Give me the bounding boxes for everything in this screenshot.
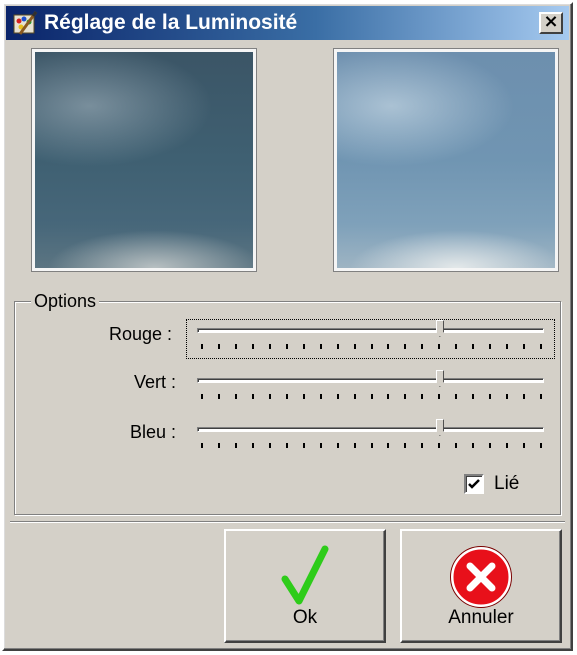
slider-tick xyxy=(404,344,407,349)
slider-tick xyxy=(421,394,424,399)
options-group-label: Options xyxy=(31,291,100,312)
slider-tick xyxy=(455,344,458,349)
slider-tick xyxy=(234,443,237,448)
slider-tick xyxy=(217,394,220,399)
slider-tick xyxy=(251,344,254,349)
slider-tick xyxy=(472,394,475,399)
slider-tick xyxy=(353,344,356,349)
slider-tick xyxy=(455,394,458,399)
red-slider[interactable] xyxy=(186,319,555,359)
slider-tick xyxy=(302,344,305,349)
slider-tick xyxy=(302,394,305,399)
slider-tick xyxy=(370,394,373,399)
close-icon: × xyxy=(543,11,559,32)
slider-tick xyxy=(489,443,492,448)
slider-tick xyxy=(217,443,220,448)
checkmark-icon xyxy=(468,479,480,489)
slider-tick xyxy=(370,344,373,349)
close-button[interactable]: × xyxy=(539,12,563,34)
slider-tick xyxy=(438,394,441,399)
title-bar[interactable]: Réglage de la Luminosité × xyxy=(6,6,569,40)
slider-tick xyxy=(201,443,203,448)
slider-tick xyxy=(387,394,390,399)
red-slider-thumb[interactable] xyxy=(435,320,444,337)
slider-tick xyxy=(319,443,322,448)
slider-tick xyxy=(285,344,288,349)
linked-checkbox[interactable] xyxy=(464,474,484,494)
slider-tick xyxy=(336,344,339,349)
slider-tick xyxy=(489,344,492,349)
slider-tick xyxy=(268,394,271,399)
slider-tick xyxy=(523,344,526,349)
blue-slider-label: Bleu : xyxy=(129,422,176,442)
slider-tick xyxy=(336,443,339,448)
blue-slider-thumb[interactable] xyxy=(435,419,444,436)
blue-slider-ticks xyxy=(201,443,542,449)
window-title: Réglage de la Luminosité xyxy=(44,11,298,34)
red-x-circle-icon xyxy=(450,546,512,608)
slider-tick xyxy=(387,344,390,349)
red-slider-label: Rouge : xyxy=(108,324,172,344)
slider-tick xyxy=(302,443,305,448)
red-slider-track xyxy=(197,328,544,333)
slider-tick xyxy=(285,394,288,399)
slider-tick xyxy=(285,443,288,448)
slider-tick xyxy=(387,443,390,448)
green-slider-track xyxy=(197,378,544,383)
brightness-dialog: Réglage de la Luminosité × Options Rouge… xyxy=(2,2,573,651)
slider-tick xyxy=(201,344,203,349)
green-slider-label: Vert : xyxy=(133,372,176,392)
slider-tick xyxy=(523,443,526,448)
slider-tick xyxy=(438,443,441,448)
slider-tick xyxy=(319,344,322,349)
slider-tick xyxy=(421,443,424,448)
slider-tick xyxy=(251,443,254,448)
slider-tick xyxy=(472,443,475,448)
blue-slider-track xyxy=(197,427,544,432)
ok-button-label: Ok xyxy=(292,607,318,628)
slider-tick xyxy=(506,344,509,349)
cancel-button-label: Annuler xyxy=(448,607,514,628)
blue-slider[interactable] xyxy=(187,419,554,457)
slider-tick xyxy=(201,394,203,399)
slider-tick xyxy=(217,344,220,349)
slider-tick xyxy=(540,344,542,349)
slider-tick xyxy=(540,394,542,399)
slider-tick xyxy=(268,344,271,349)
paint-palette-icon xyxy=(13,11,38,35)
slider-tick xyxy=(251,394,254,399)
slider-tick xyxy=(438,344,441,349)
green-check-icon xyxy=(281,545,329,605)
slider-tick xyxy=(421,344,424,349)
red-slider-ticks xyxy=(201,344,542,350)
slider-tick xyxy=(268,443,271,448)
slider-tick xyxy=(404,394,407,399)
slider-tick xyxy=(336,394,339,399)
slider-tick xyxy=(523,394,526,399)
slider-tick xyxy=(234,394,237,399)
cancel-button[interactable]: Annuler xyxy=(400,529,562,643)
button-separator xyxy=(10,521,565,523)
adjusted-preview-image xyxy=(334,49,558,271)
ok-button[interactable]: Ok xyxy=(224,529,386,643)
slider-tick xyxy=(353,443,356,448)
slider-tick xyxy=(319,394,322,399)
slider-tick xyxy=(489,394,492,399)
slider-tick xyxy=(455,443,458,448)
slider-tick xyxy=(234,344,237,349)
linked-checkbox-label: Lié xyxy=(494,473,520,494)
slider-tick xyxy=(404,443,407,448)
slider-tick xyxy=(370,443,373,448)
green-slider[interactable] xyxy=(187,370,554,408)
original-preview-image xyxy=(32,49,256,271)
slider-tick xyxy=(506,443,509,448)
green-slider-thumb[interactable] xyxy=(435,370,444,387)
slider-tick xyxy=(540,443,542,448)
slider-tick xyxy=(353,394,356,399)
slider-tick xyxy=(472,344,475,349)
slider-tick xyxy=(506,394,509,399)
green-slider-ticks xyxy=(201,394,542,400)
